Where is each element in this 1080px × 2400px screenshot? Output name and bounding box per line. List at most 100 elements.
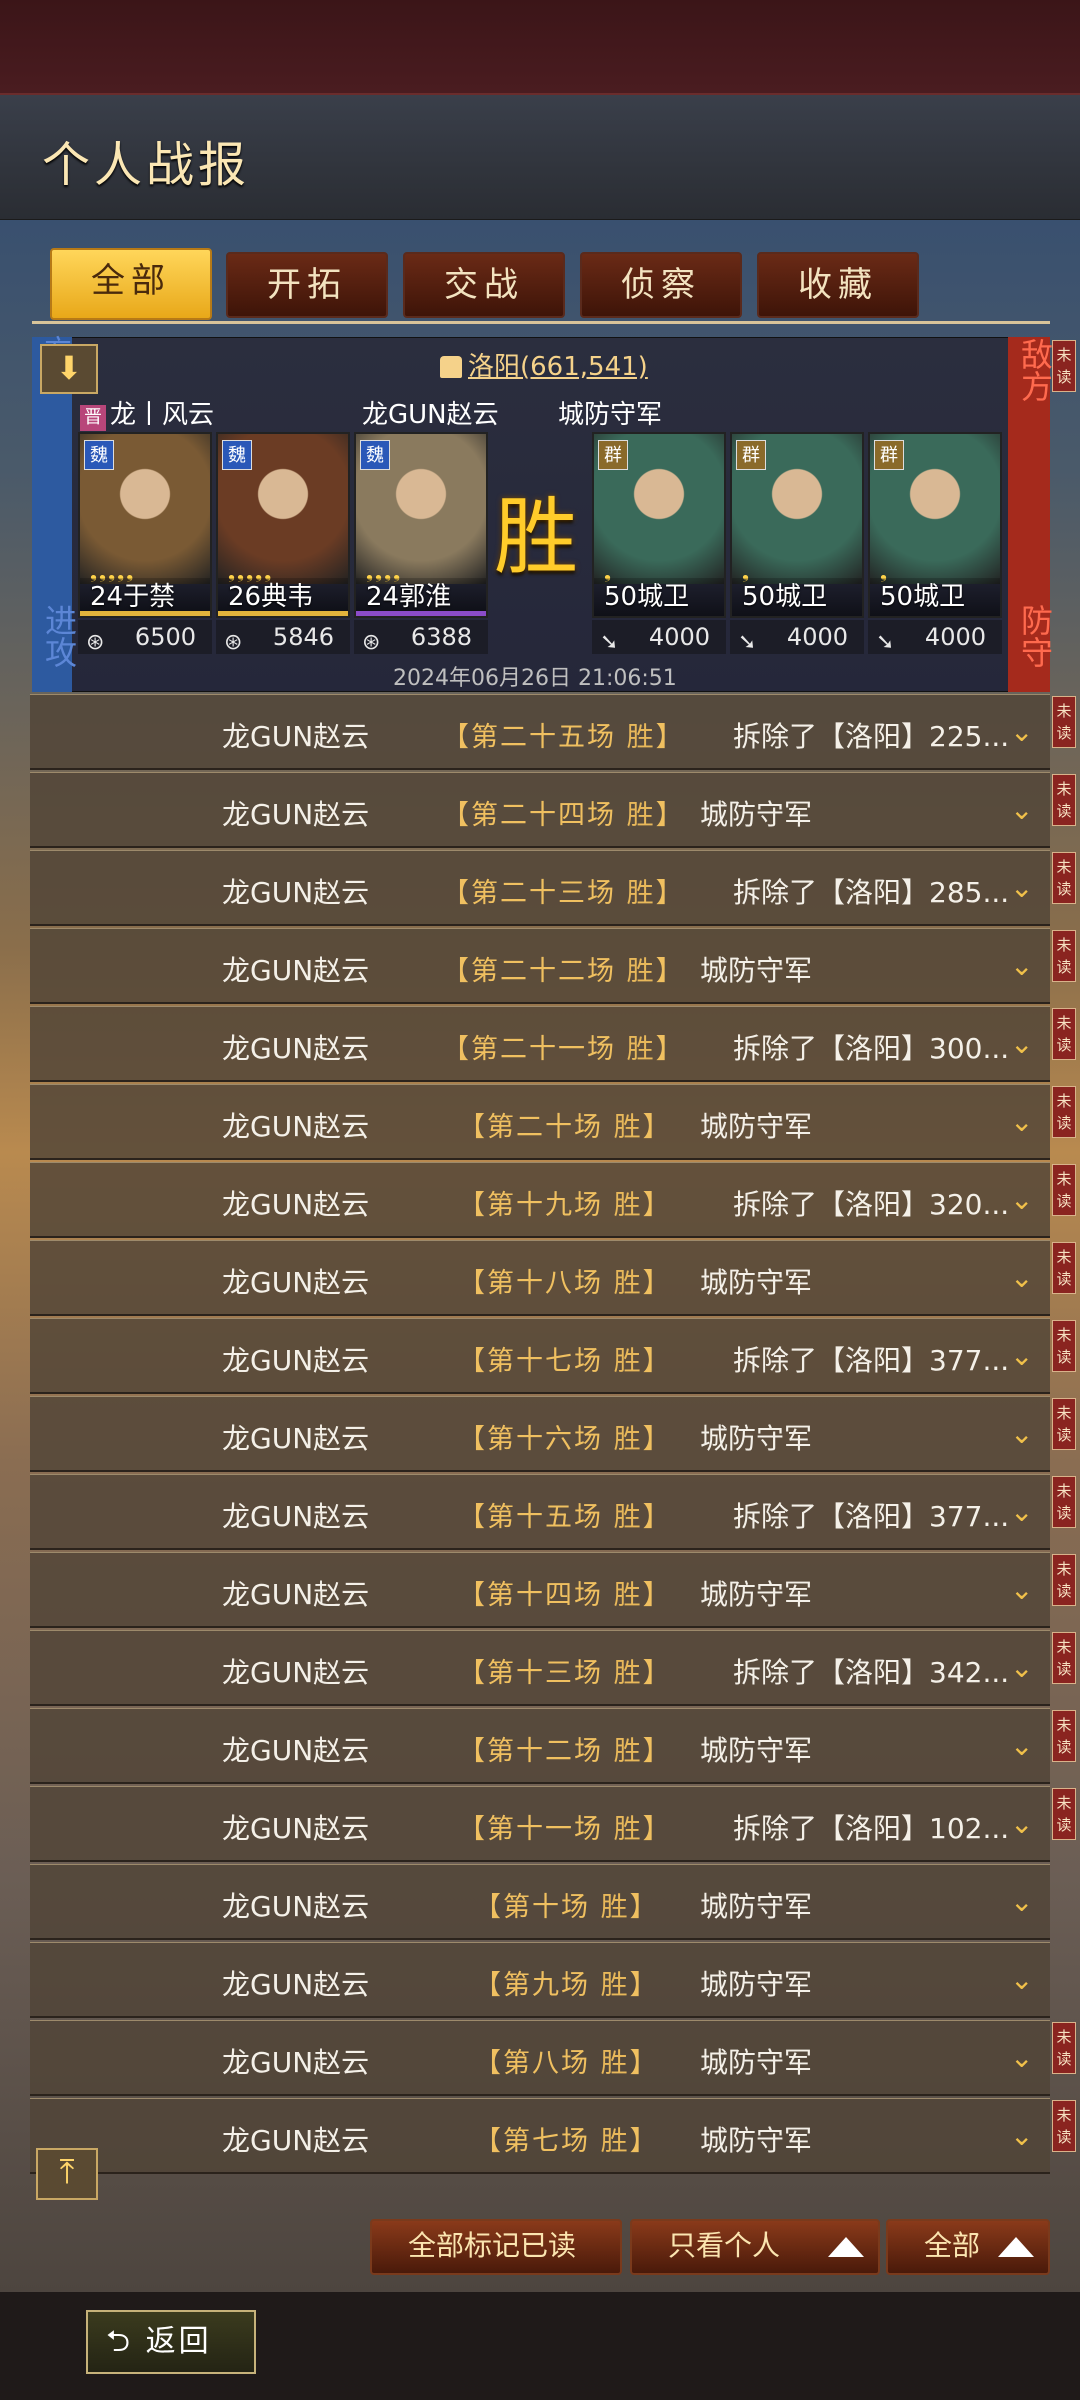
attacker-hero-card[interactable]: 魏 ❟❟❟❟ 24郭淮 <box>354 432 488 618</box>
battle-bracket: 】 <box>642 1814 672 1845</box>
faction-badge: 群 <box>598 440 628 470</box>
report-defender: 拆除了【洛阳】225... <box>733 720 1010 753</box>
chevron-down-icon[interactable]: ⌄ <box>1010 949 1033 982</box>
location-link[interactable]: 洛阳(661,541) <box>440 346 648 383</box>
report-attacker: 龙GUN赵云 <box>222 1656 370 1689</box>
defender-hero-card[interactable]: 群 ❟ 50城卫 <box>868 432 1002 618</box>
report-row[interactable]: 龙GUN赵云 【第十四场 胜】 城防守军 ⌄ <box>30 1552 1050 1628</box>
tab-develop[interactable]: 开拓 <box>226 252 388 318</box>
troop-value: 6500 <box>134 623 196 651</box>
defender-hero-card[interactable]: 群 ❟ 50城卫 <box>592 432 726 618</box>
tab-favorites[interactable]: 收藏 <box>757 252 919 318</box>
mark-all-read-button[interactable]: 全部标记已读 <box>370 2219 622 2275</box>
defender-hero-card[interactable]: 群 ❟ 50城卫 <box>730 432 864 618</box>
report-row[interactable]: 龙GUN赵云 【第二十五场 胜】 拆除了【洛阳】225... ⌄ <box>30 694 1050 770</box>
report-row[interactable]: 龙GUN赵云 【第十三场 胜】 拆除了【洛阳】342... ⌄ <box>30 1630 1050 1706</box>
report-attacker: 龙GUN赵云 <box>222 720 370 753</box>
spear-icon: ➘ <box>876 630 895 655</box>
report-row[interactable]: 龙GUN赵云 【第九场 胜】 城防守军 ⌄ <box>30 1942 1050 2018</box>
chevron-down-icon[interactable]: ⌄ <box>1010 715 1033 748</box>
defender-name: 城防守军 <box>558 400 663 430</box>
chevron-down-icon[interactable]: ⌄ <box>1010 1963 1033 1996</box>
unread-badge: 未读 <box>1052 1008 1076 1060</box>
attacker-hero-card[interactable]: 魏 ❟❟❟❟❟ 26典韦 <box>216 432 350 618</box>
unread-badge: 未读 <box>1052 340 1076 392</box>
win-label: 胜 <box>600 2126 630 2157</box>
chevron-down-icon[interactable]: ⌄ <box>1010 1183 1033 1216</box>
win-label: 胜 <box>613 1814 643 1845</box>
report-row[interactable]: 龙GUN赵云 【第十场 胜】 城防守军 ⌄ <box>30 1864 1050 1940</box>
report-row[interactable]: 龙GUN赵云 【第二十三场 胜】 拆除了【洛阳】285... ⌄ <box>30 850 1050 926</box>
chevron-down-icon[interactable]: ⌄ <box>1010 2119 1033 2152</box>
report-row[interactable]: 龙GUN赵云 【第十七场 胜】 拆除了【洛阳】377... ⌄ <box>30 1318 1050 1394</box>
unread-badge: 未读 <box>1052 2022 1076 2074</box>
location-pin-icon <box>440 356 462 378</box>
report-attacker: 龙GUN赵云 <box>222 876 370 909</box>
report-row[interactable]: 龙GUN赵云 【第十二场 胜】 城防守军 ⌄ <box>30 1708 1050 1784</box>
report-battle-number: 【第九场 胜】 <box>474 1963 659 2002</box>
report-defender: 城防守军 <box>700 1578 813 1611</box>
tab-battle[interactable]: 交战 <box>403 252 565 318</box>
hero-name: 50城卫 <box>870 578 1000 616</box>
report-row[interactable]: 龙GUN赵云 【第十一场 胜】 拆除了【洛阳】102... ⌄ <box>30 1786 1050 1862</box>
chevron-down-icon[interactable]: ⌄ <box>1010 1729 1033 1762</box>
report-row[interactable]: 龙GUN赵云 【第十六场 胜】 城防守军 ⌄ <box>30 1396 1050 1472</box>
win-label: 胜 <box>613 1424 643 1455</box>
report-defender: 城防守军 <box>700 1968 813 2001</box>
report-row[interactable]: 龙GUN赵云 【第二十二场 胜】 城防守军 ⌄ <box>30 928 1050 1004</box>
battle-bracket: 】 <box>629 2048 659 2079</box>
battle-bracket: 】 <box>642 1580 672 1611</box>
tab-all[interactable]: 全部 <box>50 248 212 320</box>
filter-all-dropdown[interactable]: 全部 <box>886 2219 1050 2275</box>
filter-personal-dropdown[interactable]: 只看个人 <box>630 2219 880 2275</box>
chevron-down-icon[interactable]: ⌄ <box>1010 1105 1033 1138</box>
chevron-down-icon[interactable]: ⌄ <box>1010 871 1033 904</box>
chevron-down-icon[interactable]: ⌄ <box>1010 1885 1033 1918</box>
report-row[interactable]: 龙GUN赵云 【第二十场 胜】 城防守军 ⌄ <box>30 1084 1050 1160</box>
faction-badge: 魏 <box>360 440 390 470</box>
report-defender: 城防守军 <box>700 1266 813 1299</box>
attacker-hero-card[interactable]: 魏 ❟❟❟❟❟ 24于禁 <box>78 432 212 618</box>
troop-value: 6388 <box>410 623 472 651</box>
chevron-down-icon[interactable]: ⌄ <box>1010 1027 1033 1060</box>
back-button[interactable]: ⮌ 返回 <box>86 2310 256 2374</box>
report-defender: 城防守军 <box>700 798 813 831</box>
chevron-down-icon[interactable]: ⌄ <box>1010 1339 1033 1372</box>
report-row[interactable]: 龙GUN赵云 【第二十一场 胜】 拆除了【洛阳】300... ⌄ <box>30 1006 1050 1082</box>
report-battle-number: 【第十四场 胜】 <box>458 1573 672 1612</box>
attacker-alliance: 晋龙丨风云 <box>80 394 214 431</box>
chevron-down-icon[interactable]: ⌄ <box>1010 1573 1033 1606</box>
attacker-name: 龙GUN赵云 <box>362 400 499 430</box>
report-row[interactable]: 龙GUN赵云 【第十九场 胜】 拆除了【洛阳】320... ⌄ <box>30 1162 1050 1238</box>
chevron-down-icon[interactable]: ⌄ <box>1010 1495 1033 1528</box>
chevron-down-icon[interactable]: ⌄ <box>1010 1651 1033 1684</box>
win-label: 胜 <box>613 1268 643 1299</box>
win-label: 胜 <box>626 878 656 909</box>
unread-badge: 未读 <box>1052 774 1076 826</box>
report-attacker: 龙GUN赵云 <box>222 1422 370 1455</box>
report-row[interactable]: 龙GUN赵云 【第七场 胜】 城防守军 ⌄ <box>30 2098 1050 2174</box>
download-icon[interactable]: ⬇ <box>40 344 98 394</box>
chevron-down-icon[interactable]: ⌄ <box>1010 2041 1033 2074</box>
back-label: 返回 <box>145 2324 212 2359</box>
unread-badge: 未读 <box>1052 696 1076 748</box>
chevron-down-icon[interactable]: ⌄ <box>1010 1417 1033 1450</box>
report-defender: 拆除了【洛阳】285... <box>733 876 1010 909</box>
scroll-top-icon[interactable]: ⤒ <box>36 2148 98 2200</box>
report-attacker: 龙GUN赵云 <box>222 1578 370 1611</box>
tab-scout[interactable]: 侦察 <box>580 252 742 318</box>
battle-bracket: 】 <box>655 956 685 987</box>
battle-label: 【第十七场 <box>458 1346 603 1377</box>
report-row[interactable]: 龙GUN赵云 【第十五场 胜】 拆除了【洛阳】377... ⌄ <box>30 1474 1050 1550</box>
report-row[interactable]: 龙GUN赵云 【第二十四场 胜】 城防守军 ⌄ <box>30 772 1050 848</box>
battle-bracket: 】 <box>642 1346 672 1377</box>
tab-divider <box>32 321 1050 324</box>
battle-label: 【第二十五场 <box>442 722 616 753</box>
chevron-down-icon[interactable]: ⌄ <box>1010 1261 1033 1294</box>
chevron-down-icon[interactable]: ⌄ <box>1010 793 1033 826</box>
battle-label: 【第八场 <box>474 2048 590 2079</box>
report-row[interactable]: 龙GUN赵云 【第八场 胜】 城防守军 ⌄ <box>30 2020 1050 2096</box>
report-attacker: 龙GUN赵云 <box>222 954 370 987</box>
chevron-down-icon[interactable]: ⌄ <box>1010 1807 1033 1840</box>
report-row[interactable]: 龙GUN赵云 【第十八场 胜】 城防守军 ⌄ <box>30 1240 1050 1316</box>
